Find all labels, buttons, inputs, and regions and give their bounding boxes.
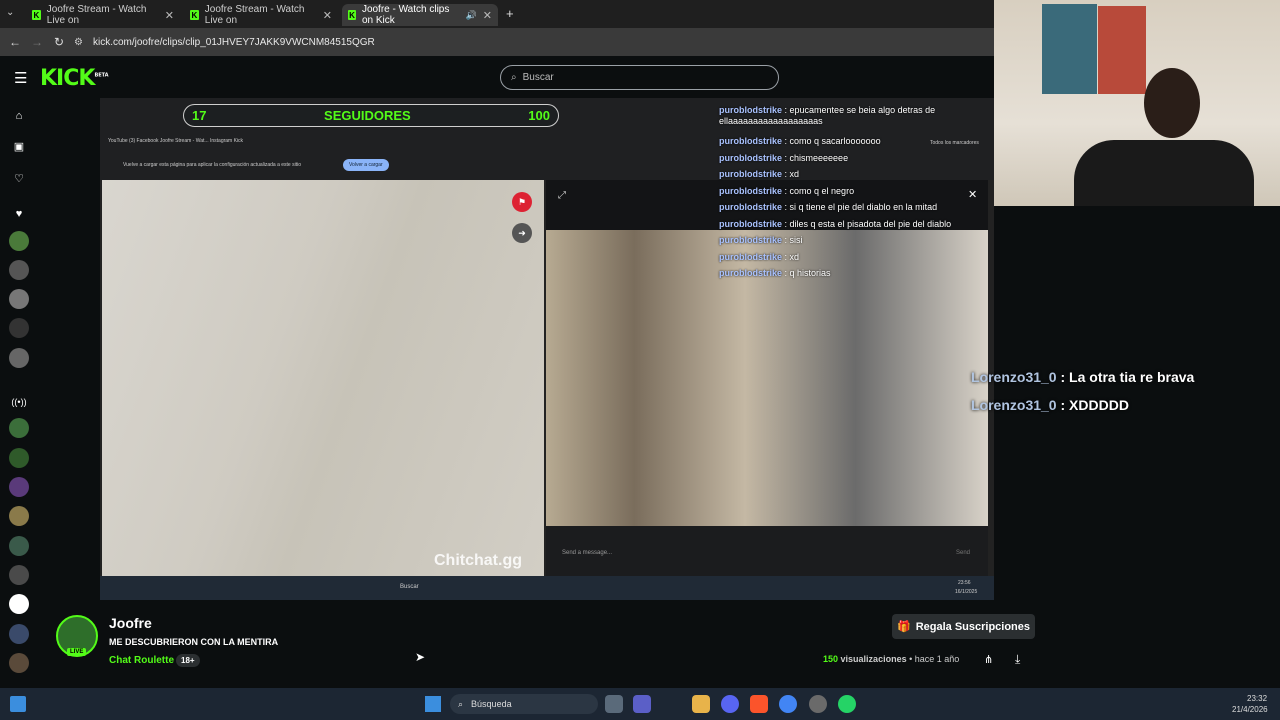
menu-icon[interactable]: ☰ [14, 69, 27, 87]
chat-message: puroblodstrike : si q tiene el pie del d… [719, 202, 938, 212]
mouse-cursor-icon: ➤ [415, 650, 426, 664]
tab-list-icon[interactable]: ⌄ [6, 7, 14, 18]
kick-header [0, 56, 994, 98]
kick-logo[interactable]: KICKBETA [40, 66, 109, 91]
gift-subscriptions-button[interactable]: 🎁 Regala Suscripciones [892, 614, 1035, 639]
speaker-icon[interactable]: 🔊 [466, 10, 477, 21]
teams-icon[interactable] [633, 695, 651, 713]
report-flag-icon: ⚑ [512, 192, 532, 212]
browser-tab-3[interactable]: K Joofre - Watch clips on Kick 🔊 ✕ [342, 4, 498, 26]
chat-message: puroblodstrike : sisi [719, 235, 803, 245]
inner-taskbar: Buscar 23:56 16/1/2025 [100, 576, 994, 600]
avatar[interactable] [9, 318, 29, 338]
wall-poster [1042, 4, 1097, 94]
stream-chat-message: Lorenzo31_0 : La otra tia re brava [971, 369, 1195, 385]
close-tab-icon[interactable]: ✕ [323, 9, 332, 22]
chat-message: puroblodstrike : chismeeeeeee [719, 153, 849, 163]
reload-icon[interactable]: ↻ [48, 35, 70, 49]
chat-message: puroblodstrike : xd [719, 252, 800, 262]
chat-message: puroblodstrike : diles q esta el pisadot… [719, 219, 952, 229]
live-channels-icon[interactable]: ((•)) [9, 392, 29, 412]
share-icon[interactable]: ⋔ [984, 653, 993, 666]
whatsapp-icon[interactable] [838, 695, 856, 713]
forward-icon[interactable]: → [26, 35, 48, 49]
discord-icon[interactable] [721, 695, 739, 713]
address-bar-row: ← → ↻ ⚙ kick.com/joofre/clips/clip_01JHV… [0, 28, 994, 56]
site-info-icon[interactable]: ⚙ [74, 37, 83, 48]
chat-message: puroblodstrike : como q sacarlooooooo [719, 136, 881, 146]
inner-message-bar: Send a message... Send [546, 526, 988, 576]
search-icon: ⌕ [458, 698, 464, 709]
avatar[interactable] [9, 448, 29, 468]
close-tab-icon[interactable]: ✕ [165, 9, 174, 22]
file-explorer-icon[interactable] [692, 695, 710, 713]
category-link[interactable]: Chat Roulette [109, 655, 174, 666]
gift-icon: 🎁 [896, 621, 911, 633]
chrome-icon[interactable] [779, 695, 797, 713]
task-view-icon[interactable] [605, 695, 623, 713]
taskbar-search[interactable]: ⌕ Búsqueda [450, 694, 598, 714]
avatar[interactable] [9, 594, 29, 614]
wall-poster [1098, 6, 1146, 94]
windows-logo-icon[interactable] [425, 696, 441, 712]
expand-icon: ⤢ [558, 190, 566, 201]
avatar[interactable] [9, 418, 29, 438]
browser-tab-1[interactable]: K Joofre Stream - Watch Live on ✕ [26, 4, 180, 26]
rating-badge: 18+ [176, 654, 200, 667]
stream-chat-message: Lorenzo31_0 : XDDDDD [971, 397, 1129, 413]
start-icon[interactable] [10, 696, 26, 712]
avatar[interactable] [9, 653, 29, 673]
streamer-webcam [994, 0, 1280, 206]
channel-name[interactable]: Joofre [109, 615, 152, 631]
app-icon[interactable] [809, 695, 827, 713]
kick-favicon-icon: K [348, 10, 356, 20]
clip-stats: 150 visualizaciones • hace 1 año [823, 654, 960, 664]
follower-goal-bar: 17 SEGUIDORES 100 [183, 104, 559, 127]
search-icon: ⌕ [511, 72, 517, 83]
sidebar: ⌂ ▣ ♡ ♥ ((•)) [0, 98, 38, 688]
clock-time[interactable]: 23:32 [1247, 694, 1267, 703]
chat-message: puroblodstrike : como q el negro [719, 186, 855, 196]
watermark: Chitchat.gg [434, 552, 522, 569]
left-camera-feed: ⚑ ➜ Chitchat.gg [102, 180, 544, 576]
brave-icon[interactable] [750, 695, 768, 713]
avatar[interactable] [9, 289, 29, 309]
avatar[interactable] [9, 231, 29, 251]
chat-message: puroblodstrike : epucamentee se beia alg… [719, 105, 936, 126]
avatar[interactable] [9, 506, 29, 526]
browser-tab-bar: ⌄ K Joofre Stream - Watch Live on ✕ K Jo… [0, 0, 994, 28]
url-field[interactable]: kick.com/joofre/clips/clip_01JHVEY7JAKK9… [93, 37, 375, 48]
chat-message: puroblodstrike : q historias [719, 268, 831, 278]
close-tab-icon[interactable]: ✕ [483, 9, 492, 22]
clip-title: ME DESCUBRIERON CON LA MENTIRA [109, 637, 279, 647]
clock-date[interactable]: 21/4/2026 [1232, 705, 1268, 714]
browse-icon[interactable]: ▣ [9, 136, 29, 156]
browser-tab-2[interactable]: K Joofre Stream - Watch Live on ✕ [184, 4, 338, 26]
avatar[interactable] [9, 477, 29, 497]
chat-message: puroblodstrike : xd [719, 169, 800, 179]
avatar[interactable] [9, 565, 29, 585]
new-tab-button[interactable]: + [506, 6, 514, 21]
avatar[interactable] [9, 624, 29, 644]
live-badge: LIVE [67, 648, 87, 656]
favorites-icon[interactable]: ♥ [9, 204, 29, 224]
following-icon[interactable]: ♡ [9, 168, 29, 188]
avatar[interactable] [9, 348, 29, 368]
back-icon[interactable]: ← [4, 35, 26, 49]
avatar[interactable] [9, 536, 29, 556]
streamer-body [1074, 140, 1254, 206]
search-input[interactable]: ⌕ Buscar [500, 65, 779, 90]
kick-favicon-icon: K [190, 10, 199, 20]
home-icon[interactable]: ⌂ [9, 106, 29, 126]
streamer-face [1144, 68, 1200, 138]
kick-favicon-icon: K [32, 10, 41, 20]
download-icon[interactable]: ⤓ [1015, 652, 1020, 667]
next-arrow-icon: ➜ [512, 223, 532, 243]
avatar[interactable] [9, 260, 29, 280]
